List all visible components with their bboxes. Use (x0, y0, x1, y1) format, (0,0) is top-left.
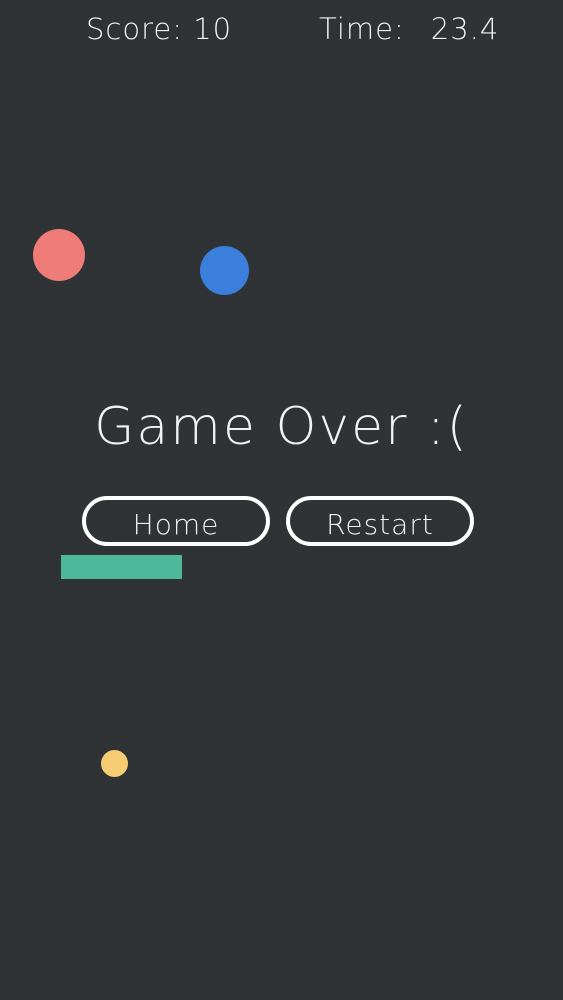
red-ball (33, 229, 85, 281)
time-display: Time: 23.4 (319, 10, 499, 48)
blue-ball (200, 246, 249, 295)
time-value: 23.4 (430, 12, 500, 46)
yellow-ball (101, 750, 128, 777)
score-display: Score: 10 (86, 12, 233, 46)
home-button[interactable]: Home (82, 496, 270, 546)
game-over-title: Game Over :( (94, 397, 469, 457)
restart-button[interactable]: Restart (286, 496, 474, 546)
paddle (61, 555, 182, 579)
time-label: Time: (319, 12, 405, 46)
